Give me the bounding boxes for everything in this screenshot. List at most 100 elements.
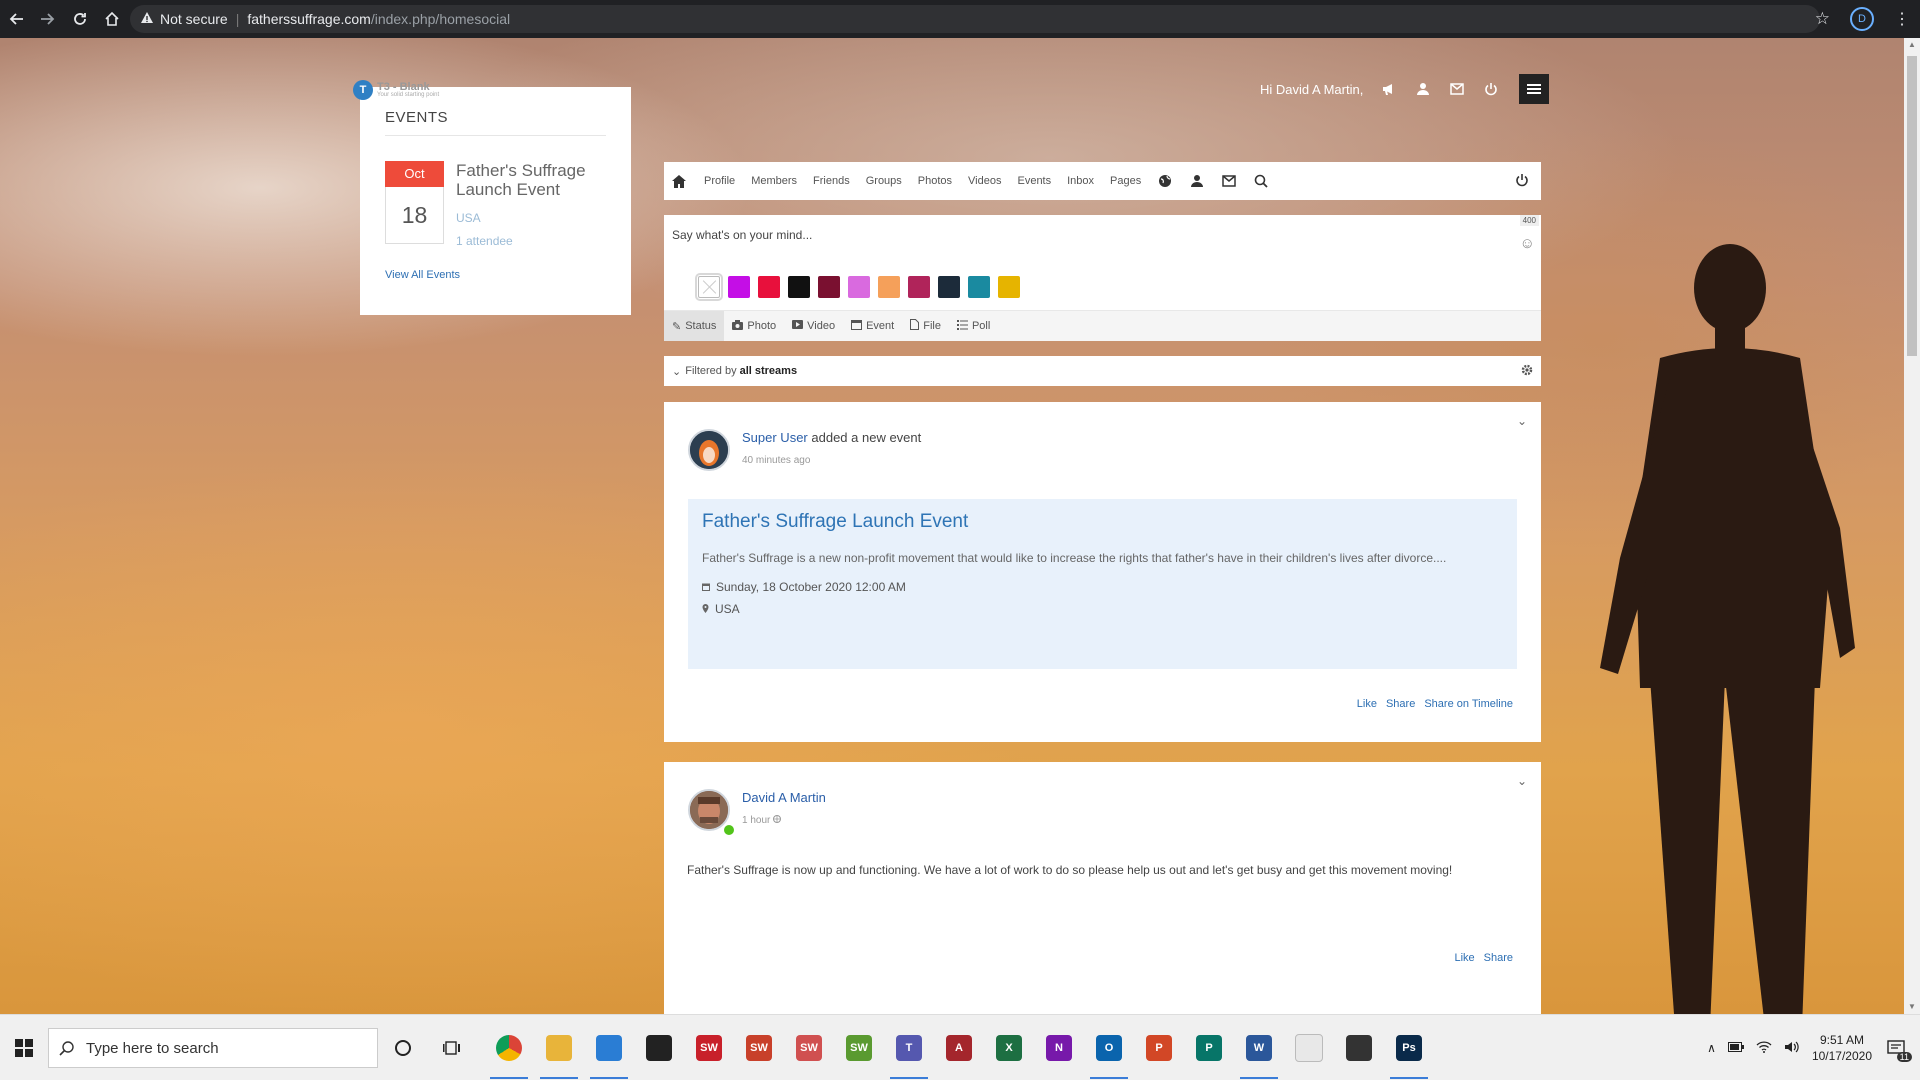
tab-video[interactable]: Video	[784, 311, 843, 341]
scroll-down-arrow-icon[interactable]: ▼	[1907, 1002, 1917, 1012]
post-options-chevron-icon[interactable]: ⌄	[1517, 774, 1527, 788]
snipping-tool-icon[interactable]	[1334, 1015, 1384, 1080]
share-link[interactable]: Share	[1484, 952, 1513, 964]
search-icon[interactable]	[1253, 174, 1269, 188]
mail-icon[interactable]	[1447, 79, 1467, 99]
profile-avatar[interactable]: D	[1850, 7, 1874, 31]
solidworks-2019-icon[interactable]: SW	[684, 1015, 734, 1080]
page-scrollbar[interactable]: ▲ ▼	[1904, 38, 1920, 1014]
wifi-icon[interactable]	[1756, 1040, 1772, 1056]
color-swatch[interactable]	[908, 276, 930, 298]
actor-name-link[interactable]: David A Martin	[742, 790, 826, 805]
share-on-timeline-link[interactable]: Share on Timeline	[1424, 698, 1513, 710]
word-icon[interactable]: W	[1234, 1015, 1284, 1080]
like-link[interactable]: Like	[1454, 952, 1474, 964]
reload-icon[interactable]	[64, 3, 96, 35]
color-swatch[interactable]	[788, 276, 810, 298]
composer-input[interactable]: Say what's on your mind...	[672, 228, 812, 242]
megaphone-icon[interactable]	[1379, 79, 1399, 99]
stream-filter[interactable]: ⌄ Filtered by all streams	[664, 356, 1541, 386]
taskbar-clock[interactable]: 9:51 AM 10/17/2020	[1812, 1032, 1872, 1064]
color-swatch[interactable]	[758, 276, 780, 298]
solidworks-2016-icon[interactable]: SW	[784, 1015, 834, 1080]
emoji-icon[interactable]: ☺	[1520, 235, 1535, 252]
nav-friends[interactable]: Friends	[813, 175, 850, 187]
security-label[interactable]: Not secure	[160, 11, 228, 27]
post-timestamp[interactable]: 40 minutes ago	[742, 455, 810, 466]
color-swatch[interactable]	[848, 276, 870, 298]
nav-events[interactable]: Events	[1017, 175, 1051, 187]
event-attendees[interactable]: 1 attendee	[456, 234, 606, 248]
gear-icon[interactable]	[1521, 364, 1533, 379]
home-icon[interactable]	[96, 3, 128, 35]
globe-icon[interactable]	[1157, 174, 1173, 188]
friend-requests-icon[interactable]	[1189, 174, 1205, 188]
post-timestamp[interactable]: 1 hour	[742, 815, 782, 826]
avatar[interactable]	[688, 429, 730, 471]
tab-status[interactable]: ✎ Status	[664, 311, 725, 341]
home-nav-icon[interactable]	[672, 174, 688, 188]
color-swatch[interactable]	[998, 276, 1020, 298]
color-swatch[interactable]	[878, 276, 900, 298]
nav-groups[interactable]: Groups	[866, 175, 902, 187]
color-swatch[interactable]	[728, 276, 750, 298]
address-bar[interactable]: Not secure | fatherssuffrage.com /index.…	[130, 5, 1820, 33]
friends-icon[interactable]	[1413, 79, 1433, 99]
color-swatch[interactable]	[968, 276, 990, 298]
access-icon[interactable]: A	[934, 1015, 984, 1080]
kebab-menu-icon[interactable]: ⋮	[1894, 9, 1910, 29]
task-view-icon[interactable]	[428, 1015, 478, 1080]
view-all-events-link[interactable]: View All Events	[385, 269, 460, 281]
tab-poll[interactable]: Poll	[949, 311, 998, 341]
color-swatch[interactable]	[938, 276, 960, 298]
solidworks-green-icon[interactable]: SW	[834, 1015, 884, 1080]
bookmark-star-icon[interactable]: ☆	[1815, 9, 1830, 29]
cortana-icon[interactable]	[378, 1015, 428, 1080]
nav-photos[interactable]: Photos	[918, 175, 952, 187]
windows-start-icon[interactable]	[0, 1015, 48, 1080]
powerpoint-icon[interactable]: P	[1134, 1015, 1184, 1080]
actor-name-link[interactable]: Super User	[742, 430, 808, 445]
forward-arrow-icon[interactable]	[32, 3, 64, 35]
logout-power-icon[interactable]	[1515, 173, 1529, 190]
hamburger-menu-button[interactable]	[1519, 74, 1550, 104]
color-swatch[interactable]	[818, 276, 840, 298]
scrollbar-thumb[interactable]	[1907, 56, 1917, 356]
tab-event[interactable]: Event	[843, 311, 902, 341]
power-icon[interactable]	[1481, 79, 1501, 99]
share-link[interactable]: Share	[1386, 698, 1415, 710]
excel-icon[interactable]: X	[984, 1015, 1034, 1080]
photoshop-icon[interactable]: Ps	[1384, 1015, 1434, 1080]
solidworks-2018-icon[interactable]: SW	[734, 1015, 784, 1080]
notifications-icon[interactable]: 11	[1884, 1036, 1912, 1062]
scroll-up-arrow-icon[interactable]: ▲	[1907, 40, 1917, 50]
embed-event-title[interactable]: Father's Suffrage Launch Event	[702, 511, 1503, 533]
tab-file[interactable]: File	[902, 311, 949, 341]
filter-value[interactable]: all streams	[740, 365, 797, 377]
nav-profile[interactable]: Profile	[704, 175, 735, 187]
onenote-icon[interactable]: N	[1034, 1015, 1084, 1080]
post-options-chevron-icon[interactable]: ⌄	[1517, 414, 1527, 428]
volume-icon[interactable]	[1784, 1041, 1800, 1056]
outlook-icon[interactable]: O	[1084, 1015, 1134, 1080]
event-name-link[interactable]: Father's Suffrage Launch Event	[456, 161, 606, 199]
file-explorer-icon[interactable]	[534, 1015, 584, 1080]
publisher-icon[interactable]: P	[1184, 1015, 1234, 1080]
nav-members[interactable]: Members	[751, 175, 797, 187]
messages-icon[interactable]	[1221, 175, 1237, 187]
chrome-icon[interactable]	[484, 1015, 534, 1080]
nav-inbox[interactable]: Inbox	[1067, 175, 1094, 187]
like-link[interactable]: Like	[1357, 698, 1377, 710]
acrobat-icon[interactable]	[1284, 1015, 1334, 1080]
taskbar-search-input[interactable]: Type here to search	[48, 1028, 378, 1068]
mail-icon[interactable]	[584, 1015, 634, 1080]
nav-videos[interactable]: Videos	[968, 175, 1001, 187]
event-item[interactable]: Oct 18 Father's Suffrage Launch Event US…	[385, 161, 606, 248]
back-arrow-icon[interactable]	[0, 3, 32, 35]
tab-photo[interactable]: Photo	[724, 311, 784, 341]
tray-chevron-up-icon[interactable]: ∧	[1707, 1041, 1716, 1055]
site-logo[interactable]: T T3 - Blank Your solid starting point	[353, 80, 439, 100]
battery-icon[interactable]	[1727, 1041, 1744, 1055]
nav-pages[interactable]: Pages	[1110, 175, 1141, 187]
teams-icon[interactable]: T	[884, 1015, 934, 1080]
